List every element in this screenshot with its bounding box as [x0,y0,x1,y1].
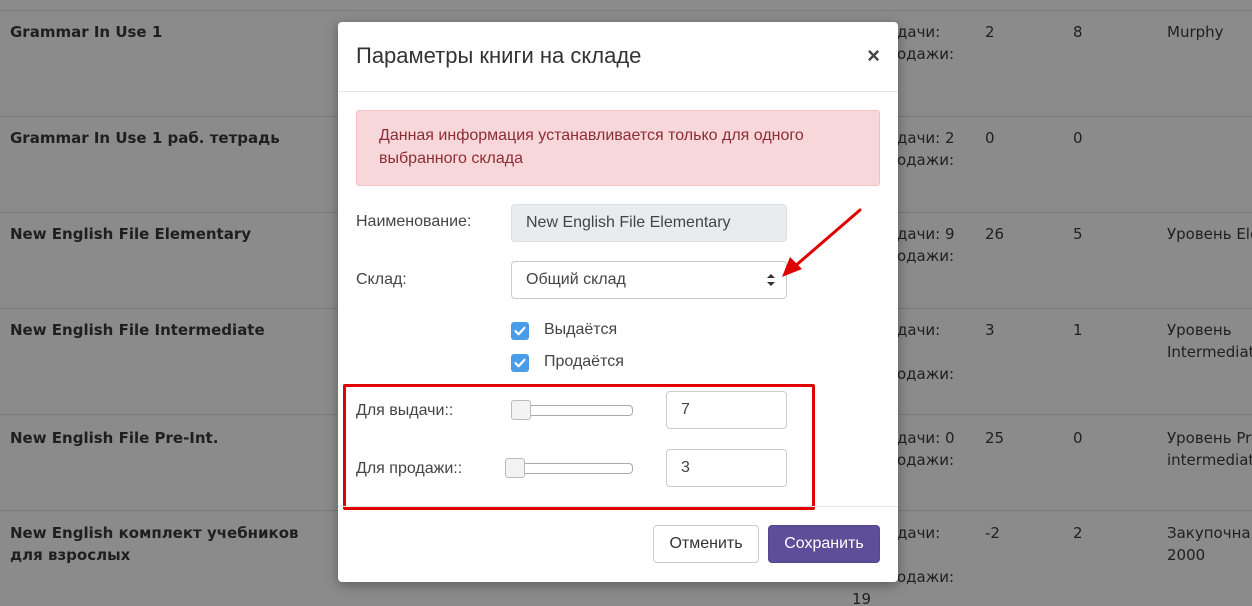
cell-note: Murphy [1167,23,1224,41]
dialog-header: Параметры книги на складе × [338,22,898,92]
check-icon [514,358,526,368]
cell-count-b: 0 [1073,429,1083,447]
cell-count-b: 1 [1073,321,1083,339]
checkbox-sold-label: Продаётся [544,353,624,370]
cell-note: Уровень Pre-intermediate [1167,429,1252,469]
checkbox-issued[interactable] [511,322,529,340]
annotation-arrow-icon [782,208,862,277]
cell-count-a: 2 [985,23,995,41]
checkbox-issued-label: Выдаётся [544,321,618,338]
cell-issue: дачи: одажи: [897,321,955,383]
cell-count-b: 0 [1073,129,1083,147]
sale-label: Для продажи:: [356,460,463,477]
book-title: New English File Intermediate [10,321,265,339]
cell-issue: дачи: 2 одажи: [897,129,955,169]
sale-quantity-input[interactable]: 3 [666,449,787,487]
book-title: New English комплект учебников для взрос… [10,524,299,564]
cell-count-a: -2 [985,524,1000,542]
cell-count-b: 2 [1073,524,1083,542]
dialog-title: Параметры книги на складе [356,43,642,68]
warehouse-selected-value: Общий склад [526,271,626,288]
cell-issue: дачи: 0 одажи: [897,429,955,469]
sale-slider[interactable] [505,458,633,478]
cell-note: УровеньIntermediate [1167,321,1252,361]
info-alert: Данная информация устанавливается только… [356,110,880,186]
book-title: New English File Elementary [10,225,252,243]
warehouse-label: Склад: [356,271,407,288]
cell-count-a: 0 [985,129,995,147]
sale-slider-handle[interactable] [505,458,525,478]
issue-slider[interactable] [511,400,633,420]
checkbox-sold[interactable] [511,354,529,372]
cell-count-b: 8 [1073,23,1083,41]
name-field: New English File Elementary [511,204,787,242]
cell-count-a: 26 [985,225,1005,243]
check-icon [514,326,526,336]
issue-slider-handle[interactable] [511,400,531,420]
cell-issue: дачи: 9 одажи: [897,225,955,265]
book-title: Grammar In Use 1 раб. тетрадь [10,129,280,147]
select-arrows-icon [767,274,775,286]
cancel-button[interactable]: Отменить [653,525,759,563]
sale-slider-track[interactable] [511,463,633,474]
cell-issue: дачи: одажи: 19 [852,524,955,606]
cell-note: Закупочная 2000 [1167,524,1252,564]
name-label: Наименование: [356,213,472,230]
book-stock-dialog: Параметры книги на складе × Данная инфор… [338,22,898,582]
cell-count-b: 5 [1073,225,1083,243]
warehouse-select[interactable]: Общий склад [511,261,787,299]
cell-count-a: 25 [985,429,1005,447]
issue-quantity-input[interactable]: 7 [666,391,787,429]
dialog-footer-divider [338,506,898,507]
cell-count-a: 3 [985,321,995,339]
save-button[interactable]: Сохранить [768,525,880,563]
issue-label: Для выдачи:: [356,402,454,419]
cell-issue: дачи: одажи: [897,23,955,63]
close-icon[interactable]: × [867,43,880,69]
book-title: New English File Pre-Int. [10,429,219,447]
cell-note: Уровень Ele [1167,225,1252,243]
book-title: Grammar In Use 1 [10,23,163,41]
